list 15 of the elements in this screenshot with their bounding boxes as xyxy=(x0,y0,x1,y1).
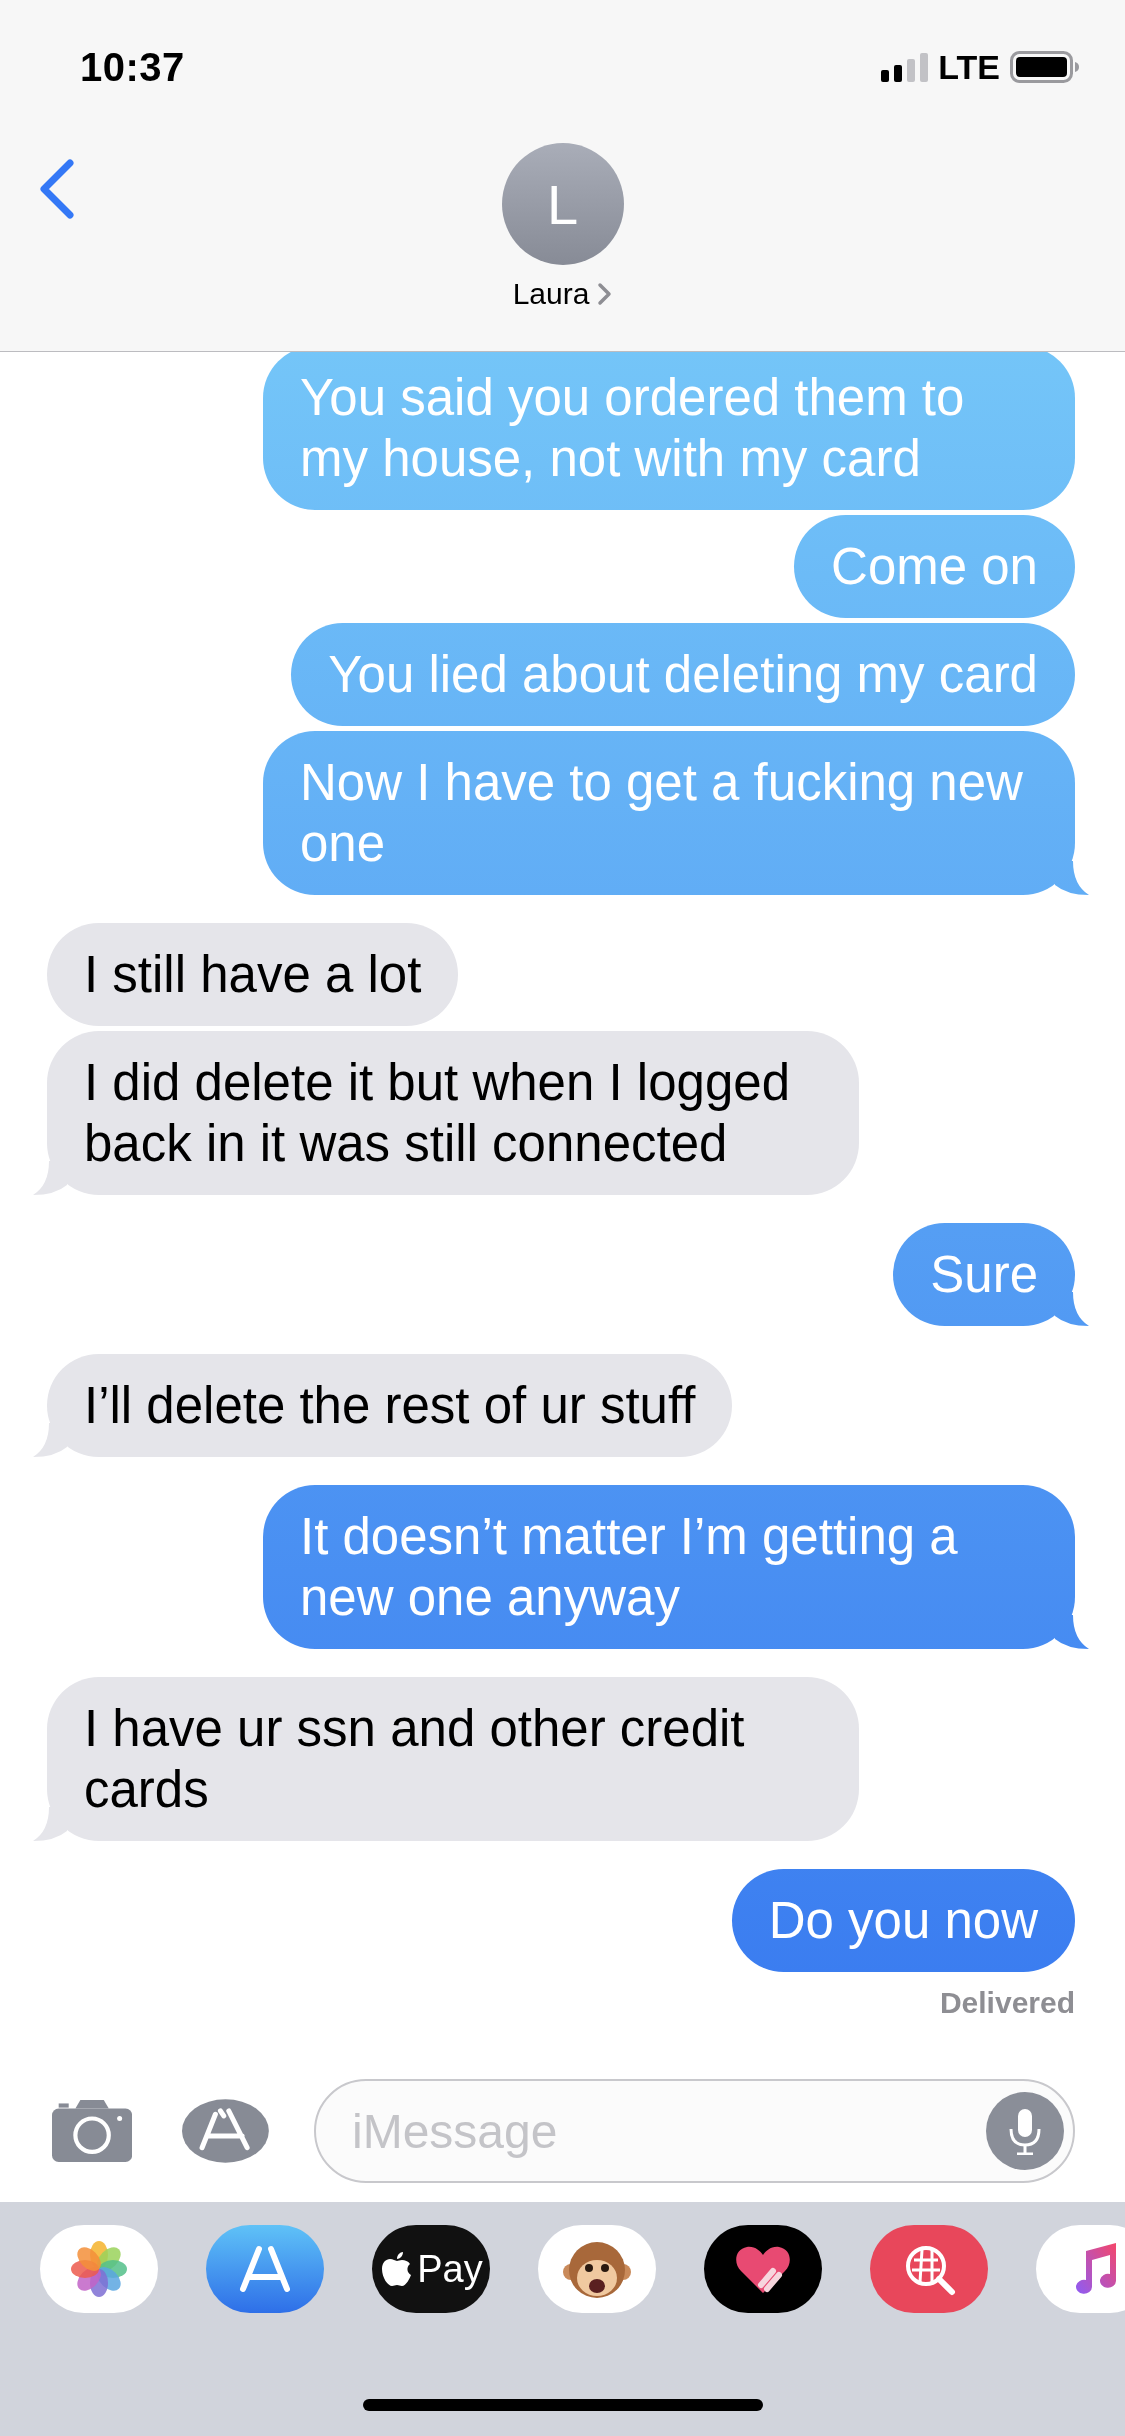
flower-icon xyxy=(69,2239,129,2299)
message-bubble: I still have a lot xyxy=(47,923,459,1026)
apple-icon xyxy=(379,2250,414,2288)
battery-icon xyxy=(1010,51,1080,83)
message-bubble: Come on xyxy=(794,515,1075,618)
message-bubble: You said you ordered them to my house, not with my card xyxy=(263,352,1075,510)
delivery-status: Delivered xyxy=(939,1986,1075,2020)
contact-name-button[interactable]: Laura xyxy=(512,277,613,311)
network-type: LTE xyxy=(938,47,1000,87)
clock-time: 10:37 xyxy=(80,44,186,90)
message-bubble: Do you now xyxy=(731,1869,1075,1972)
signal-icon xyxy=(881,52,929,82)
app-button[interactable]: Pay xyxy=(372,2225,490,2313)
message-bubble: You lied about deleting my card xyxy=(291,623,1075,726)
chevron-icon xyxy=(597,282,613,306)
